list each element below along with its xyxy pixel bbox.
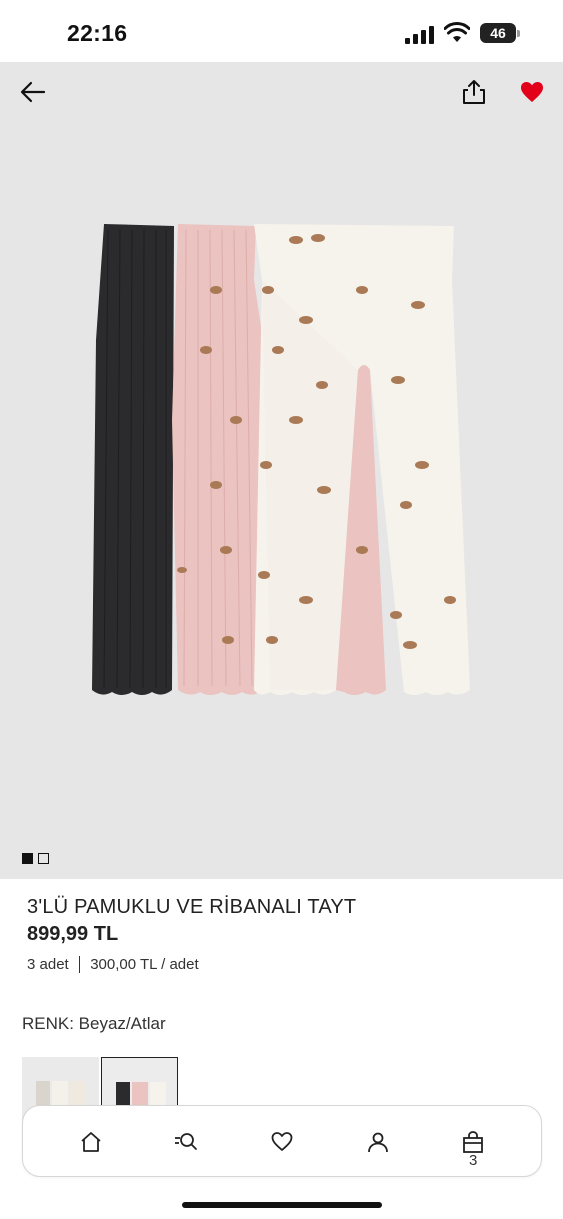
favorite-button[interactable] xyxy=(514,74,550,110)
share-icon xyxy=(463,80,485,104)
cellular-signal-icon xyxy=(405,26,434,44)
battery-level: 46 xyxy=(490,25,506,41)
unit-info: 3 adet 300,00 TL / adet xyxy=(27,956,199,973)
nav-account[interactable] xyxy=(350,1106,406,1178)
wifi-icon xyxy=(444,22,470,42)
status-bar: 22:16 46 xyxy=(0,0,563,62)
share-button[interactable] xyxy=(455,72,493,112)
color-label: RENK: Beyaz/Atlar xyxy=(22,1014,166,1033)
home-indicator xyxy=(182,1202,382,1208)
bottom-navigation: 3 xyxy=(22,1105,542,1177)
gallery-pagination[interactable] xyxy=(22,853,49,864)
quantity-text: 3 adet xyxy=(27,956,69,973)
heart-outline-icon xyxy=(271,1132,293,1151)
cart-count: 3 xyxy=(469,1152,478,1169)
search-icon xyxy=(175,1133,198,1150)
product-price: 899,99 TL xyxy=(27,923,119,945)
home-icon xyxy=(81,1132,101,1152)
nav-cart[interactable]: 3 xyxy=(445,1106,501,1178)
product-title: 3'LÜ PAMUKLU VE RİBANALI TAYT xyxy=(27,896,357,918)
status-time: 22:16 xyxy=(67,20,128,46)
nav-search[interactable] xyxy=(158,1106,214,1178)
gallery-dot-1[interactable] xyxy=(22,853,33,864)
swatch-thumbnail xyxy=(36,1081,86,1107)
unit-price-text: 300,00 TL / adet xyxy=(90,956,199,973)
shopping-bag-icon xyxy=(463,1131,484,1153)
product-image-gallery[interactable] xyxy=(0,62,563,879)
unit-divider xyxy=(78,956,81,973)
gallery-dot-2[interactable] xyxy=(38,853,49,864)
arrow-left-icon xyxy=(20,81,46,103)
product-image xyxy=(92,224,470,695)
back-button[interactable] xyxy=(14,74,52,110)
user-icon xyxy=(367,1132,388,1153)
nav-favorites[interactable] xyxy=(254,1106,310,1178)
battery-indicator: 46 xyxy=(480,23,520,43)
nav-home[interactable] xyxy=(63,1106,119,1178)
heart-icon xyxy=(521,82,543,102)
